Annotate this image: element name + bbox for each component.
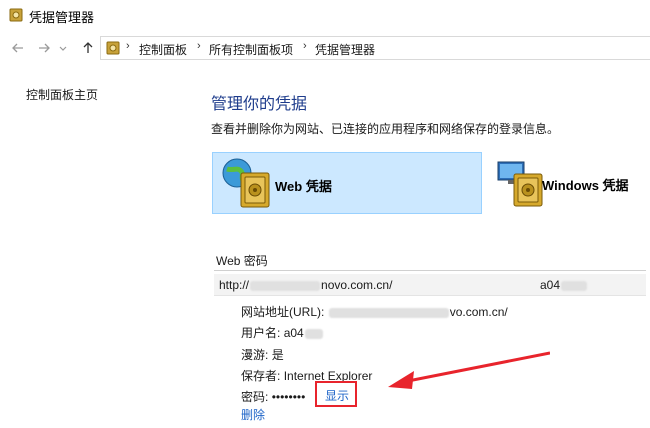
arrow-right-icon xyxy=(39,43,50,53)
credential-entry-row[interactable]: http:// novo.com.cn/ a04 xyxy=(214,274,646,296)
web-credentials-label: Web 凭据 xyxy=(275,179,332,194)
web-passwords-heading: Web 密码 xyxy=(216,254,268,268)
roaming-label: 漫游: xyxy=(241,348,269,362)
annotation-arrow xyxy=(388,351,550,389)
arrow-left-icon xyxy=(12,43,23,53)
highlight-box: 显示 xyxy=(315,381,357,407)
username-value: a04 xyxy=(283,326,304,340)
password-row: 密码: •••••••• xyxy=(241,388,305,405)
show-password-link[interactable]: 显示 xyxy=(325,387,349,404)
username-row: 用户名: a04 xyxy=(241,324,324,341)
left-pane: 控制面板主页 xyxy=(0,62,196,428)
section-divider xyxy=(214,270,646,271)
address-bar[interactable]: › 控制面板 › 所有控制面板项 › 凭据管理器 xyxy=(100,36,650,60)
roaming-row: 漫游: 是 xyxy=(241,346,284,363)
web-credentials-tile[interactable]: Web 凭据 xyxy=(212,152,482,214)
control-panel-icon xyxy=(106,41,120,55)
title-bar: 凭据管理器 xyxy=(0,0,650,30)
up-button[interactable] xyxy=(80,40,96,56)
chevron-right-icon: › xyxy=(126,40,130,52)
redacted-text xyxy=(304,328,323,339)
forward-button[interactable] xyxy=(36,40,52,56)
site-address-row: 网站地址(URL): vo.com.cn/ xyxy=(241,303,508,320)
credential-user: a04 xyxy=(540,278,588,292)
redacted-text xyxy=(561,280,588,291)
redacted-text xyxy=(328,307,449,318)
url-prefix: http:// xyxy=(219,278,250,292)
page-subtitle: 查看并删除你为网站、已连接的应用程序和网络保存的登录信息。 xyxy=(211,122,560,136)
redacted-text xyxy=(250,280,321,291)
back-button[interactable] xyxy=(10,40,26,56)
control-panel-home-link[interactable]: 控制面板主页 xyxy=(26,86,98,103)
credential-manager-icon xyxy=(9,8,23,22)
breadcrumb-control-panel[interactable]: 控制面板 xyxy=(139,41,187,58)
chevron-right-icon: › xyxy=(197,40,201,52)
arrow-up-icon xyxy=(83,42,93,53)
navigation-bar: › 控制面板 › 所有控制面板项 › 凭据管理器 xyxy=(0,34,650,62)
web-credential-vault-icon xyxy=(222,158,270,208)
site-address-value: vo.com.cn/ xyxy=(449,305,508,319)
password-mask: •••••••• xyxy=(271,390,306,404)
page-title: 管理你的凭据 xyxy=(211,96,308,113)
windows-credential-vault-icon xyxy=(497,161,543,207)
site-address-label: 网站地址(URL): xyxy=(241,305,325,319)
url-suffix: novo.com.cn/ xyxy=(321,278,393,292)
credential-url: http:// novo.com.cn/ xyxy=(219,278,392,292)
password-label: 密码: xyxy=(241,390,269,404)
breadcrumb-all-items[interactable]: 所有控制面板项 xyxy=(209,41,293,58)
roaming-value: 是 xyxy=(271,348,284,362)
recent-locations-button[interactable] xyxy=(58,40,68,56)
delete-credential-link[interactable]: 删除 xyxy=(241,406,265,423)
windows-credentials-label: Windows 凭据 xyxy=(542,178,629,193)
breadcrumb-credential-manager[interactable]: 凭据管理器 xyxy=(315,41,375,58)
saved-by-label: 保存者: xyxy=(241,369,281,383)
chevron-right-icon: › xyxy=(303,40,307,52)
username-label: 用户名: xyxy=(241,326,281,340)
windows-credentials-tile[interactable]: Windows 凭据 xyxy=(492,152,650,214)
window-title: 凭据管理器 xyxy=(29,10,95,25)
user-prefix: a04 xyxy=(540,278,561,292)
chevron-down-icon xyxy=(59,46,67,51)
